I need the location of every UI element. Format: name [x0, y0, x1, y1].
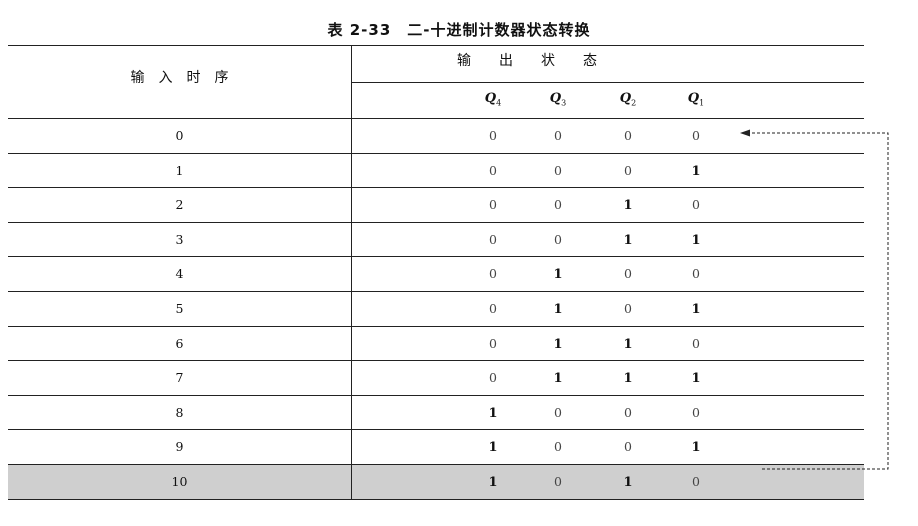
arrow-head — [740, 129, 750, 137]
cycle-return-arrow — [740, 129, 889, 470]
cycle-return-path — [748, 132, 889, 470]
